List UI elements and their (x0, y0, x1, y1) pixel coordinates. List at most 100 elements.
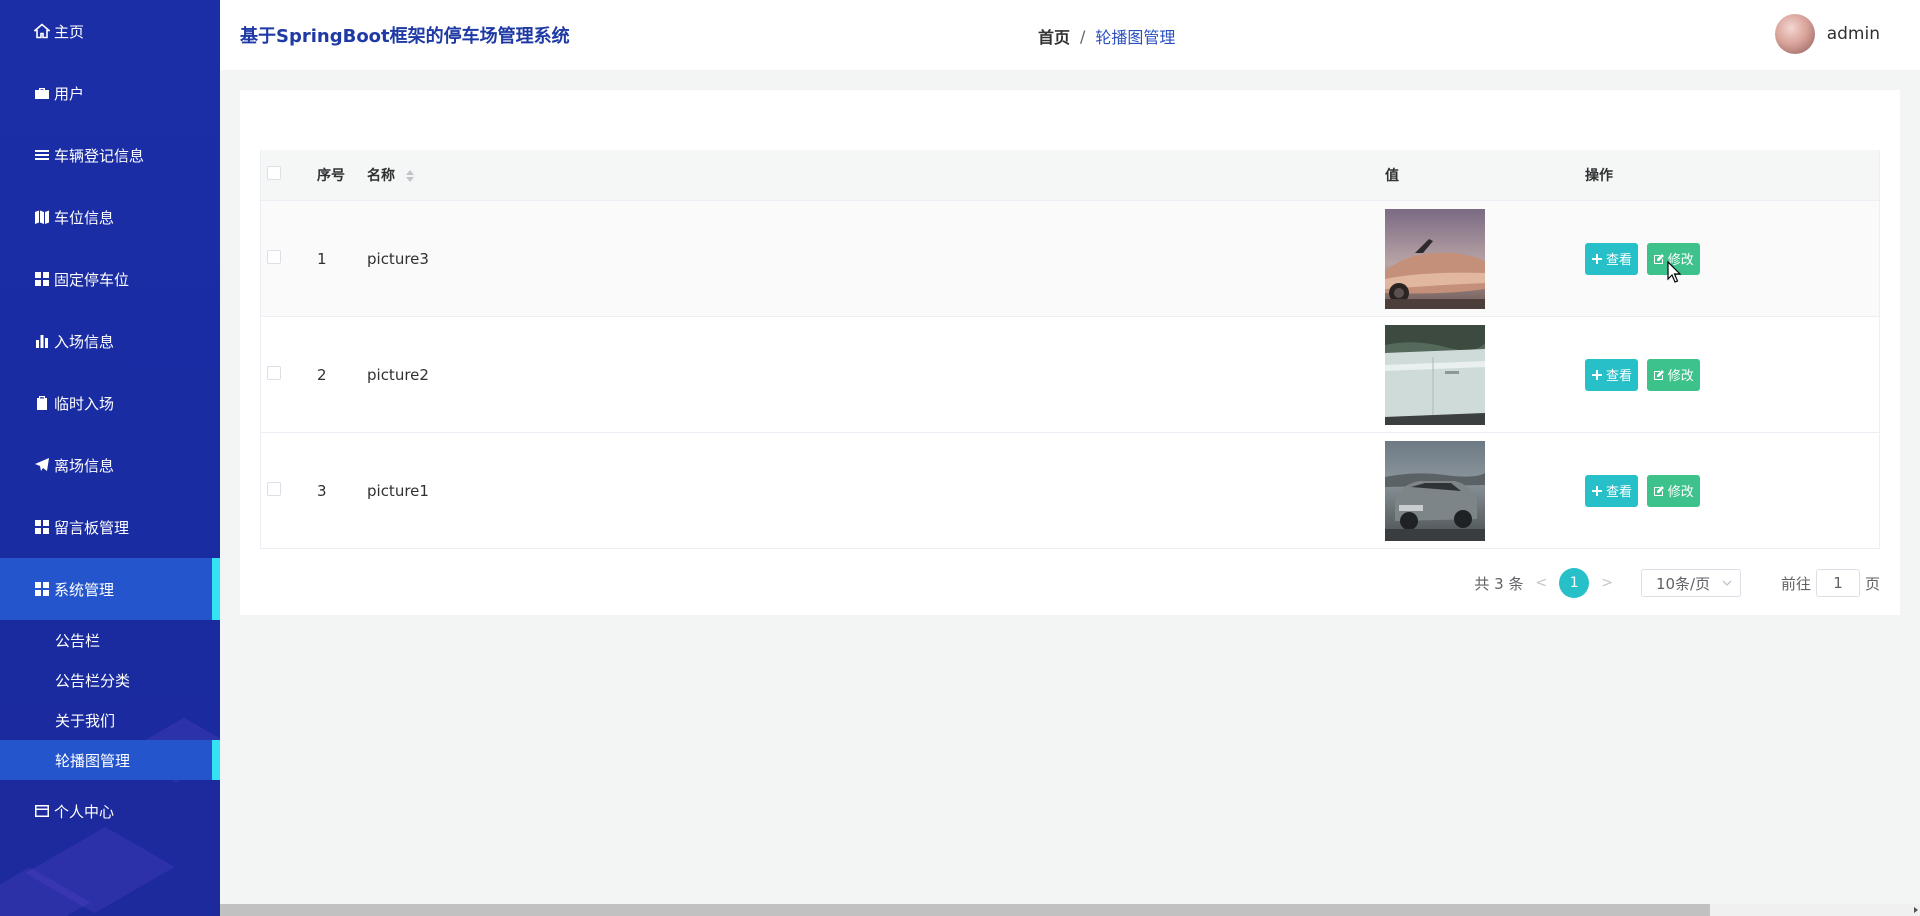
briefcase-icon (33, 84, 51, 102)
grid-icon (33, 580, 51, 598)
view-button-label: 查看 (1606, 369, 1633, 384)
plus-icon (1592, 485, 1602, 496)
row-image-cell (1385, 440, 1585, 541)
edit-button-label: 修改 (1667, 369, 1694, 384)
map-icon (33, 208, 51, 226)
plus-icon (1592, 253, 1602, 264)
row-image-cell (1385, 324, 1585, 425)
sidebar-item-parking-space-info[interactable]: 车位信息 (0, 186, 220, 248)
sidebar-subitem-about-us[interactable]: 关于我们 (0, 700, 220, 740)
grid-icon (33, 270, 51, 288)
sidebar-item-label: 固定停车位 (54, 270, 130, 289)
page-size-select[interactable]: 10条/页 (1640, 569, 1741, 597)
row-index: 3 (317, 481, 327, 500)
header-value: 值 (1385, 168, 1399, 184)
header-actions: 操作 (1585, 168, 1613, 184)
carousel-thumbnail-image (1385, 440, 1485, 541)
sidebar-menu: 主页 用户 车辆登记信息 车位信息 固定停车位 入场信息 临时入场 离场信息 留… (0, 0, 220, 842)
view-button[interactable]: 查看 (1585, 242, 1639, 275)
edit-icon (1653, 253, 1664, 264)
row-checkbox-cell (261, 249, 317, 268)
table-row: 3 picture1 查看 修改 (261, 432, 1879, 548)
breadcrumb-separator: / (1080, 26, 1086, 46)
paper-plane-icon (33, 456, 51, 474)
row-actions: 查看 修改 (1585, 358, 1879, 391)
plus-icon (1592, 369, 1602, 380)
row-index: 2 (317, 365, 327, 384)
sidebar-item-exit-info[interactable]: 离场信息 (0, 434, 220, 496)
scroll-right-arrow-icon[interactable] (1914, 907, 1918, 913)
sidebar-item-fixed-parking[interactable]: 固定停车位 (0, 248, 220, 310)
sidebar-item-label: 留言板管理 (54, 518, 130, 537)
sidebar-item-label: 入场信息 (54, 332, 115, 351)
view-button[interactable]: 查看 (1585, 474, 1639, 507)
edit-button[interactable]: 修改 (1646, 474, 1700, 507)
view-button[interactable]: 查看 (1585, 358, 1639, 391)
breadcrumb: 首页 / 轮播图管理 (1038, 24, 1175, 48)
header-name[interactable]: 名称 (367, 165, 1385, 185)
sort-caret-icon[interactable] (405, 170, 414, 182)
goto-prefix: 前往 (1780, 574, 1811, 593)
username[interactable]: admin (1827, 24, 1880, 44)
avatar[interactable] (1774, 14, 1815, 54)
sidebar: 主页 用户 车辆登记信息 车位信息 固定停车位 入场信息 临时入场 离场信息 留… (0, 0, 220, 916)
select-all-checkbox[interactable] (267, 166, 281, 180)
grid-icon (33, 518, 51, 536)
carousel-table: 序号 名称 值 操作 1 picture3 查看 修改 2 picture2 查… (260, 150, 1880, 549)
edit-icon (1653, 369, 1664, 380)
system-submenu: 公告栏 公告栏分类 关于我们 轮播图管理 (0, 620, 220, 780)
goto-page-input[interactable] (1815, 569, 1860, 597)
sidebar-item-label: 离场信息 (54, 456, 115, 475)
row-checkbox-cell (261, 365, 317, 384)
page-size-value: 10条/页 (1655, 574, 1711, 593)
sidebar-item-label: 个人中心 (54, 802, 115, 821)
row-checkbox[interactable] (267, 249, 281, 264)
sidebar-item-users[interactable]: 用户 (0, 62, 220, 124)
page-jumper: 前往 页 (1781, 569, 1880, 597)
table-row: 2 picture2 查看 修改 (261, 316, 1879, 432)
sidebar-item-home[interactable]: 主页 (0, 0, 220, 62)
edit-button[interactable]: 修改 (1646, 358, 1700, 391)
table-header: 序号 名称 值 操作 (261, 150, 1879, 200)
edit-icon (1653, 485, 1664, 496)
sidebar-item-message-board[interactable]: 留言板管理 (0, 496, 220, 558)
sidebar-subitem-label: 公告栏 (55, 631, 101, 650)
goto-suffix: 页 (1864, 574, 1880, 593)
user-menu[interactable]: admin (1774, 14, 1880, 54)
horizontal-scrollbar[interactable] (220, 904, 1920, 916)
scrollbar-thumb[interactable] (220, 904, 1710, 916)
row-checkbox[interactable] (267, 365, 281, 380)
app-title: 基于SpringBoot框架的停车场管理系统 (240, 26, 570, 47)
sidebar-item-label: 车辆登记信息 (54, 146, 145, 165)
sidebar-subitem-carousel-management[interactable]: 轮播图管理 (0, 740, 220, 780)
breadcrumb-home[interactable]: 首页 (1038, 24, 1070, 48)
home-icon (33, 22, 51, 40)
sidebar-item-temporary-entry[interactable]: 临时入场 (0, 372, 220, 434)
sidebar-item-label: 主页 (54, 22, 85, 41)
sidebar-subitem-notice-category[interactable]: 公告栏分类 (0, 660, 220, 700)
next-page-button[interactable]: > (1601, 575, 1613, 591)
main-card: 序号 名称 值 操作 1 picture3 查看 修改 2 picture2 查… (240, 90, 1900, 615)
sidebar-item-label: 临时入场 (54, 394, 115, 413)
sidebar-item-label: 系统管理 (54, 580, 115, 599)
carousel-thumbnail-image (1385, 208, 1485, 309)
sidebar-item-entry-info[interactable]: 入场信息 (0, 310, 220, 372)
header-index: 序号 (317, 168, 345, 184)
sidebar-item-personal-center[interactable]: 个人中心 (0, 780, 220, 842)
sidebar-subitem-label: 关于我们 (55, 711, 116, 730)
sidebar-subitem-notice-board[interactable]: 公告栏 (0, 620, 220, 660)
bar-chart-icon (33, 332, 51, 350)
row-checkbox[interactable] (267, 481, 281, 496)
prev-page-button[interactable]: < (1536, 575, 1548, 591)
card-icon (33, 802, 51, 820)
row-image-cell (1385, 208, 1585, 309)
view-button-label: 查看 (1606, 253, 1633, 268)
row-checkbox-cell (261, 481, 317, 500)
header-checkbox-cell (261, 166, 317, 184)
sidebar-item-system-management[interactable]: 系统管理 (0, 558, 220, 620)
sidebar-item-label: 车位信息 (54, 208, 115, 227)
sidebar-item-vehicle-registration[interactable]: 车辆登记信息 (0, 124, 220, 186)
page-number-current[interactable]: 1 (1559, 568, 1590, 598)
clipboard-icon (33, 394, 51, 412)
chevron-down-icon (1722, 580, 1732, 586)
